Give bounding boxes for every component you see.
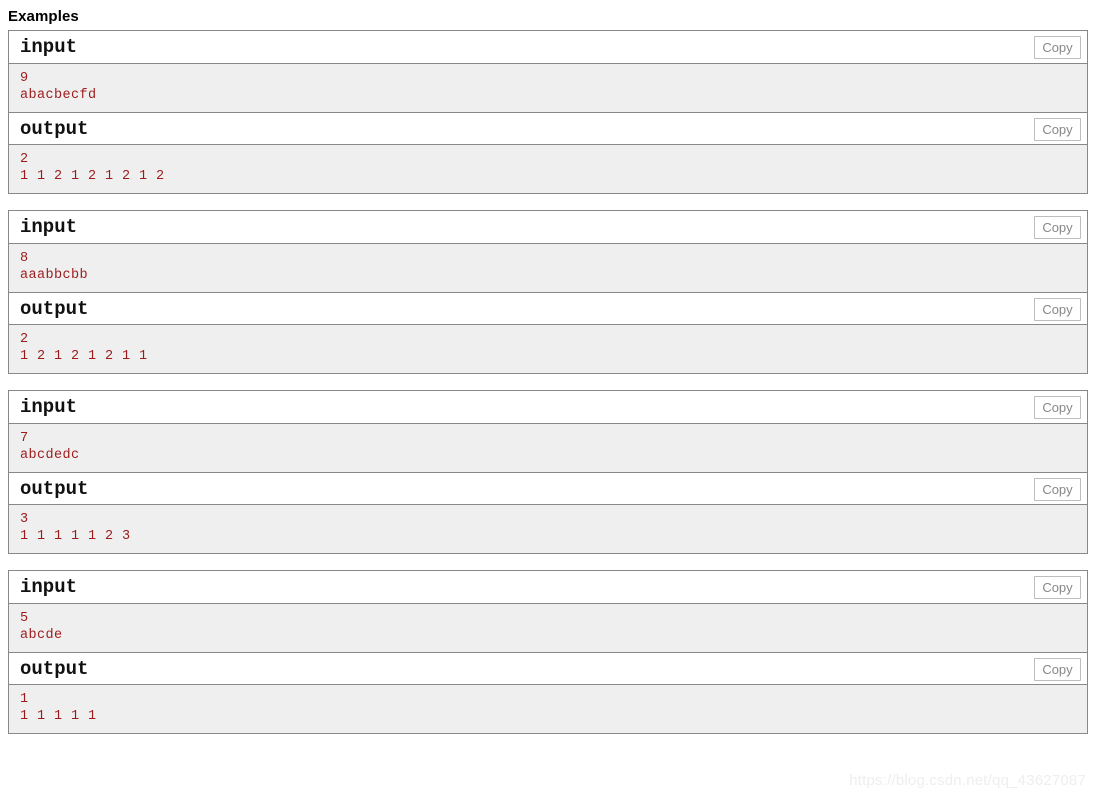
output-body-1: 2 1 1 2 1 2 1 2 1 2: [9, 145, 1087, 193]
copy-input-button-2[interactable]: Copy: [1034, 216, 1081, 239]
output-line: 1 1 1 1 1 2 3: [20, 529, 131, 544]
input-header-3: input Copy: [9, 391, 1087, 424]
copy-output-button-2[interactable]: Copy: [1034, 298, 1081, 321]
copy-output-button-3[interactable]: Copy: [1034, 478, 1081, 501]
input-line: 7: [20, 431, 29, 446]
input-body-2: 8 aaabbcbb: [9, 244, 1087, 292]
input-line: abacbecfd: [20, 88, 97, 103]
input-label-4: input: [20, 576, 78, 598]
page-title: Examples: [8, 8, 79, 25]
sample-test-4: input Copy 5 abcde output Copy 1 1 1 1 1…: [8, 570, 1088, 734]
output-header-2: output Copy: [9, 292, 1087, 325]
sample-test-3: input Copy 7 abcdedc output Copy 3 1 1 1…: [8, 390, 1088, 554]
output-label-2: output: [20, 298, 89, 320]
watermark: https://blog.csdn.net/qq_43627087: [849, 772, 1086, 789]
output-header-3: output Copy: [9, 472, 1087, 505]
output-line: 1 2 1 2 1 2 1 1: [20, 349, 148, 364]
input-label-2: input: [20, 216, 78, 238]
input-line: aaabbcbb: [20, 268, 89, 283]
copy-input-button-4[interactable]: Copy: [1034, 576, 1081, 599]
output-line: 3: [20, 512, 29, 527]
input-header-1: input Copy: [9, 31, 1087, 64]
output-line: 1 1 2 1 2 1 2 1 2: [20, 169, 165, 184]
examples-page: Examples input Copy 9 abacbecfd output C…: [0, 0, 1096, 793]
input-label-1: input: [20, 36, 78, 58]
sample-test-1: input Copy 9 abacbecfd output Copy 2 1 1…: [8, 30, 1088, 194]
output-label-1: output: [20, 118, 89, 140]
output-label-3: output: [20, 478, 89, 500]
output-body-4: 1 1 1 1 1 1: [9, 685, 1087, 733]
output-label-4: output: [20, 658, 89, 680]
output-line: 1 1 1 1 1: [20, 709, 97, 724]
input-line: 8: [20, 251, 29, 266]
copy-output-button-4[interactable]: Copy: [1034, 658, 1081, 681]
input-line: abcdedc: [20, 448, 80, 463]
copy-input-button-1[interactable]: Copy: [1034, 36, 1081, 59]
input-line: abcde: [20, 628, 63, 643]
copy-input-button-3[interactable]: Copy: [1034, 396, 1081, 419]
input-body-1: 9 abacbecfd: [9, 64, 1087, 112]
sample-tests-container: input Copy 9 abacbecfd output Copy 2 1 1…: [0, 30, 1096, 734]
output-body-2: 2 1 2 1 2 1 2 1 1: [9, 325, 1087, 373]
output-line: 2: [20, 332, 29, 347]
output-line: 2: [20, 152, 29, 167]
output-header-1: output Copy: [9, 112, 1087, 145]
copy-output-button-1[interactable]: Copy: [1034, 118, 1081, 141]
input-body-4: 5 abcde: [9, 604, 1087, 652]
output-header-4: output Copy: [9, 652, 1087, 685]
input-label-3: input: [20, 396, 78, 418]
input-header-4: input Copy: [9, 571, 1087, 604]
input-line: 9: [20, 71, 29, 86]
input-line: 5: [20, 611, 29, 626]
output-body-3: 3 1 1 1 1 1 2 3: [9, 505, 1087, 553]
input-header-2: input Copy: [9, 211, 1087, 244]
input-body-3: 7 abcdedc: [9, 424, 1087, 472]
sample-test-2: input Copy 8 aaabbcbb output Copy 2 1 2 …: [8, 210, 1088, 374]
output-line: 1: [20, 692, 29, 707]
